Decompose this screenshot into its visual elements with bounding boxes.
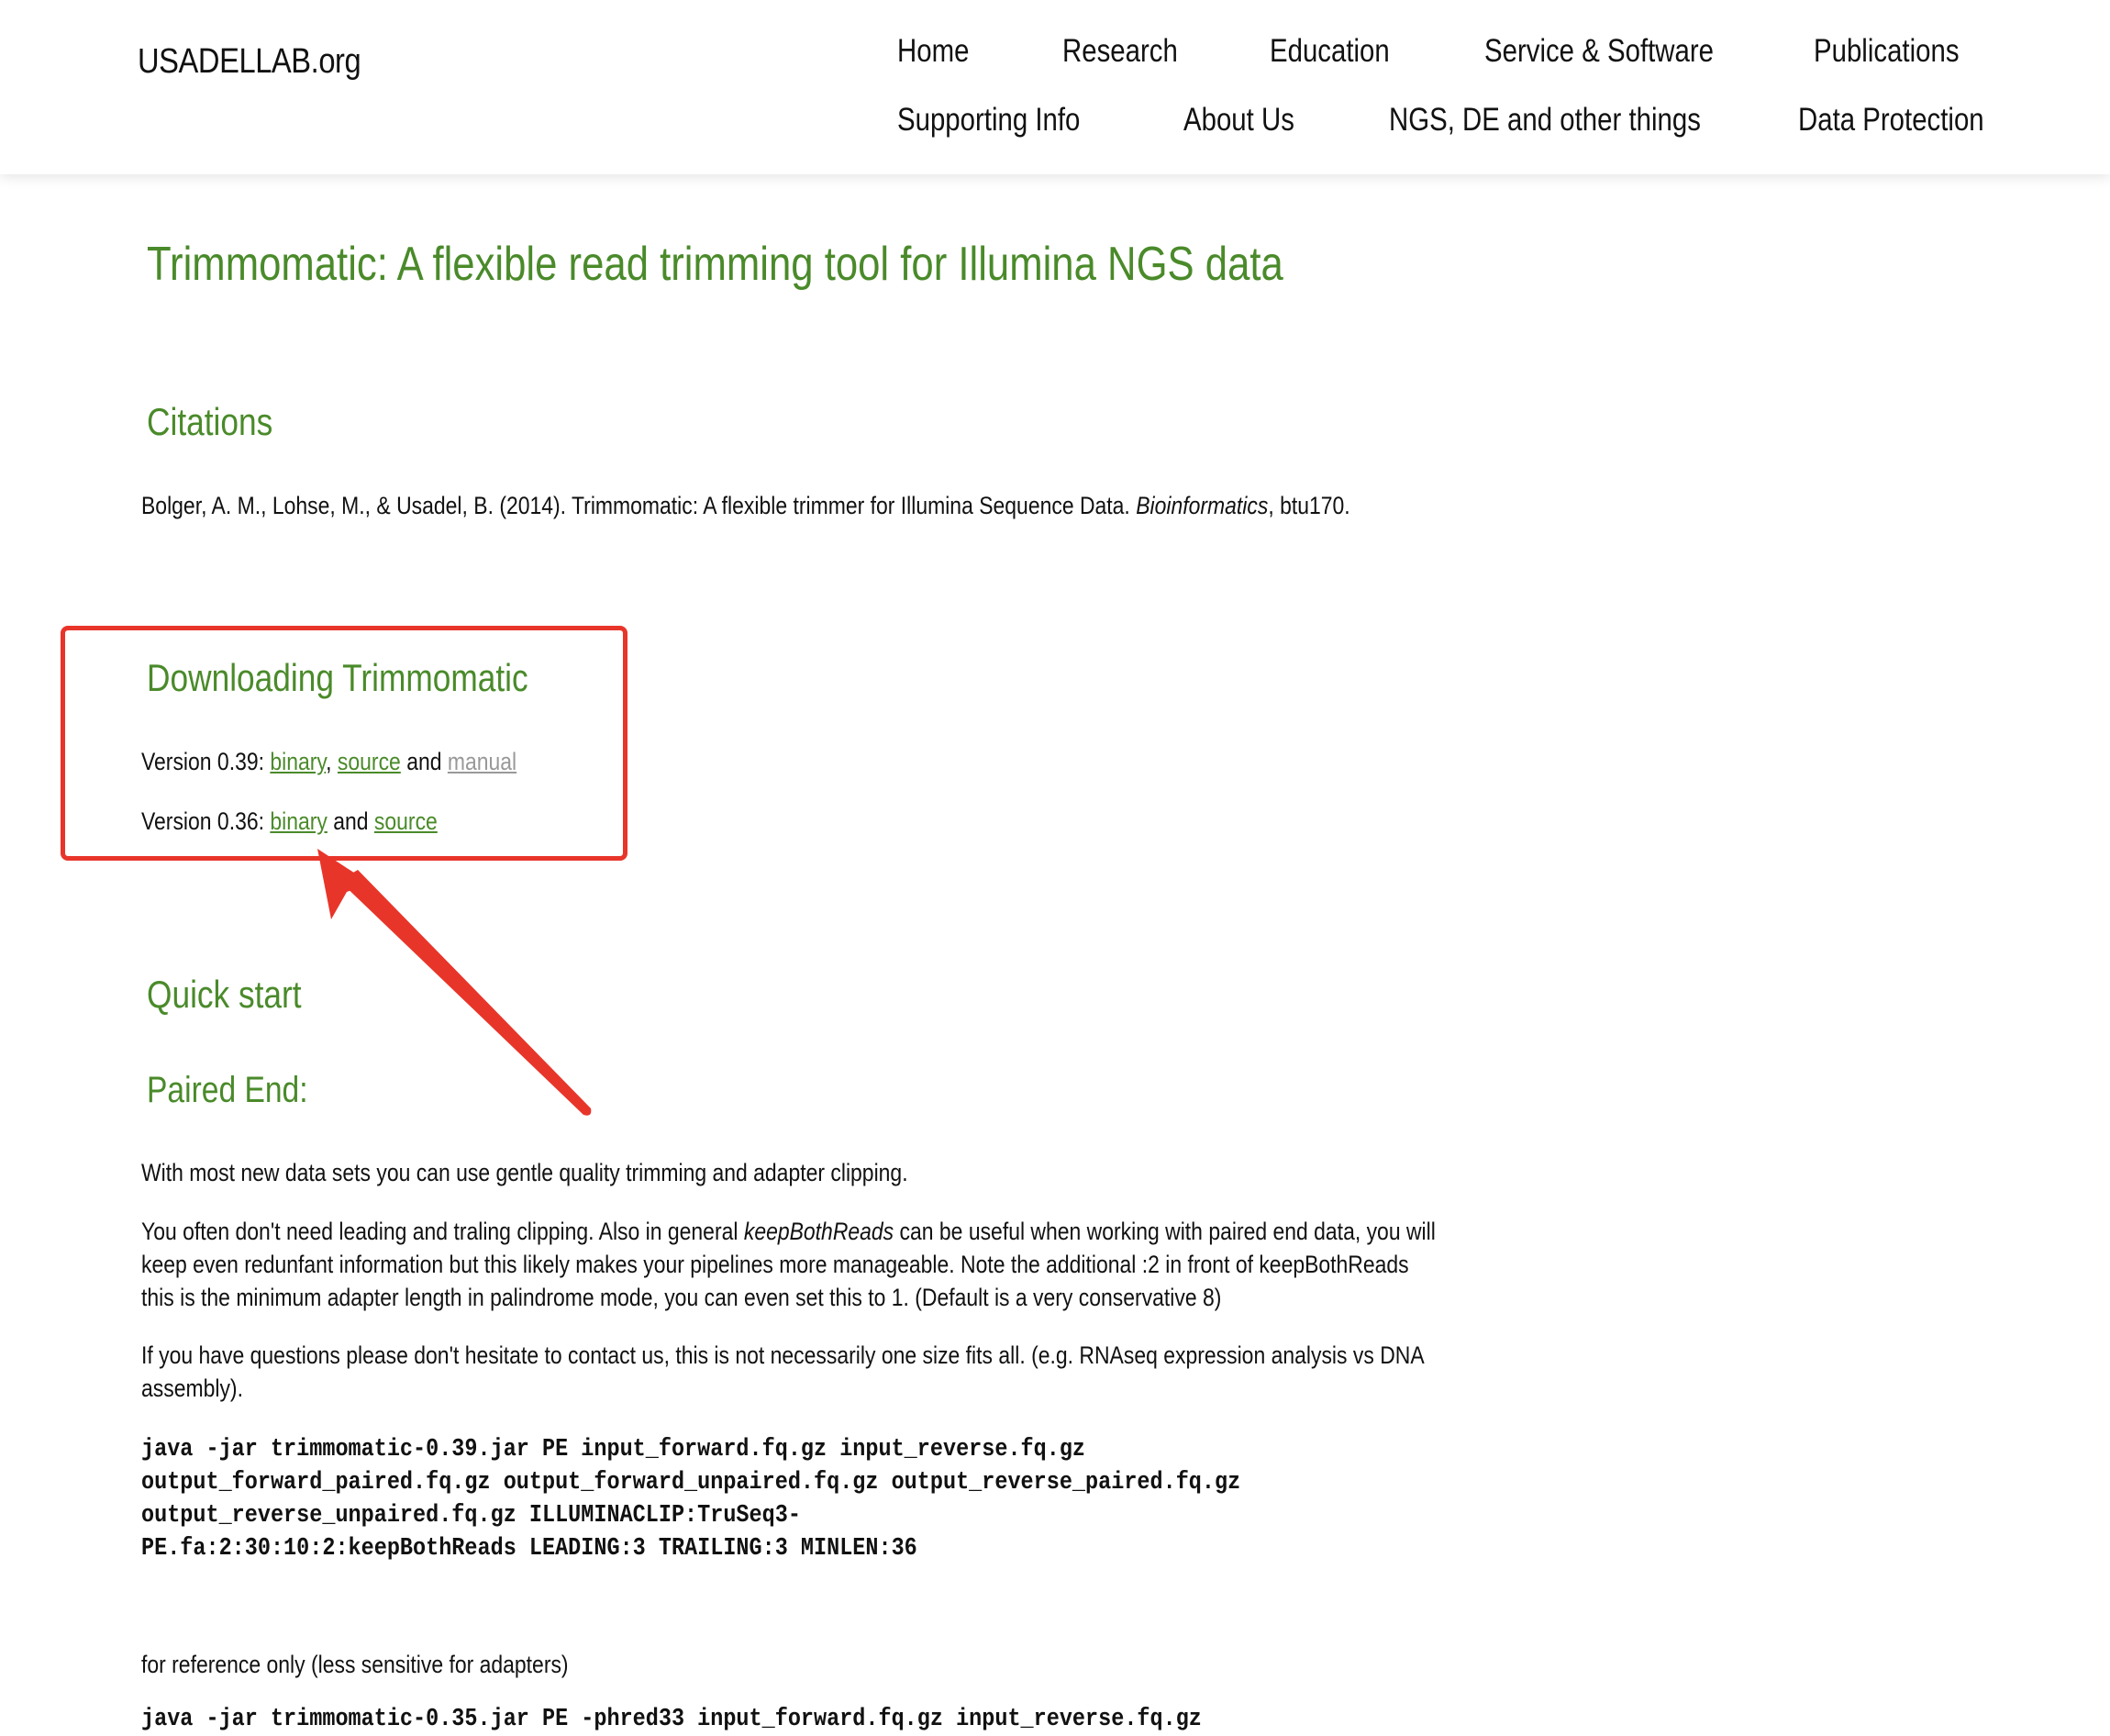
nav-research[interactable]: Research <box>1062 33 1178 70</box>
site-header: USADELLAB.org Home Research Education Se… <box>0 0 2110 174</box>
paragraph-keepbothreads-line1: You often don't need leading and traling… <box>141 1215 1436 1248</box>
separator: , <box>326 748 338 775</box>
nav-education[interactable]: Education <box>1270 33 1390 70</box>
paragraph-questions-line2: assembly). <box>141 1374 243 1402</box>
command-line-3: output_reverse_unpaired.fq.gz ILLUMINACL… <box>141 1502 801 1530</box>
version-036-line: Version 0.36: binary and source <box>141 805 438 838</box>
version-039-label: Version 0.39: <box>141 748 271 775</box>
paragraph-questions-line1: If you have questions please don't hesit… <box>141 1341 1425 1369</box>
nav-about-us[interactable]: About Us <box>1183 102 1294 139</box>
nav-supporting-info[interactable]: Supporting Info <box>897 102 1080 139</box>
page-title: Trimmomatic: A flexible read trimming to… <box>147 238 1283 291</box>
keepbothreads-term: keepBothReads <box>743 1218 894 1245</box>
site-logo[interactable]: USADELLAB.org <box>138 42 361 82</box>
v036-source-link[interactable]: source <box>374 807 438 835</box>
command-line-2: output_forward_paired.fq.gz output_forwa… <box>141 1469 1241 1497</box>
paragraph-keepbothreads-line2: keep even redunfant information but this… <box>141 1251 1409 1278</box>
paragraph-gentle-trimming: With most new data sets you can use gent… <box>141 1159 908 1186</box>
command-line-1: java -jar trimmomatic-0.39.jar PE input_… <box>141 1436 1086 1463</box>
citation-text: Bolger, A. M., Lohse, M., & Usadel, B. (… <box>141 489 1350 522</box>
nav-ngs-de[interactable]: NGS, DE and other things <box>1389 102 1701 139</box>
reference-note: for reference only (less sensitive for a… <box>141 1651 569 1678</box>
text: can be useful when working with paired e… <box>894 1218 1436 1245</box>
main-content: Trimmomatic: A flexible read trimming to… <box>0 0 2110 1733</box>
nav-publications[interactable]: Publications <box>1814 33 1960 70</box>
nav-home[interactable]: Home <box>897 33 969 70</box>
nav-data-protection[interactable]: Data Protection <box>1798 102 1984 139</box>
text: You often don't need leading and traling… <box>141 1218 744 1245</box>
citation-journal: Bioinformatics <box>1136 492 1269 519</box>
version-039-line: Version 0.39: binary, source and manual <box>141 745 516 778</box>
quick-start-heading: Quick start <box>147 973 302 1016</box>
paragraph-keepbothreads-line3: this is the minimum adapter length in pa… <box>141 1284 1222 1311</box>
citations-heading: Citations <box>147 400 273 443</box>
version-036-label: Version 0.36: <box>141 807 271 835</box>
citation-authors: Bolger, A. M., Lohse, M., & Usadel, B. (… <box>141 492 1137 519</box>
citation-id: , btu170. <box>1268 492 1350 519</box>
v039-binary-link[interactable]: binary <box>270 748 326 775</box>
reference-command-line-1: java -jar trimmomatic-0.35.jar PE -phred… <box>141 1706 1202 1733</box>
v036-binary-link[interactable]: binary <box>270 807 328 835</box>
downloading-heading: Downloading Trimmomatic <box>147 656 528 699</box>
nav-service-software[interactable]: Service & Software <box>1484 33 1714 70</box>
v039-source-link[interactable]: source <box>338 748 401 775</box>
command-line-4: PE.fa:2:30:10:2:keepBothReads LEADING:3 … <box>141 1535 917 1563</box>
separator: and <box>400 748 448 775</box>
paired-end-heading: Paired End: <box>147 1070 308 1110</box>
v039-manual-link[interactable]: manual <box>448 748 516 775</box>
separator: and <box>327 807 374 835</box>
